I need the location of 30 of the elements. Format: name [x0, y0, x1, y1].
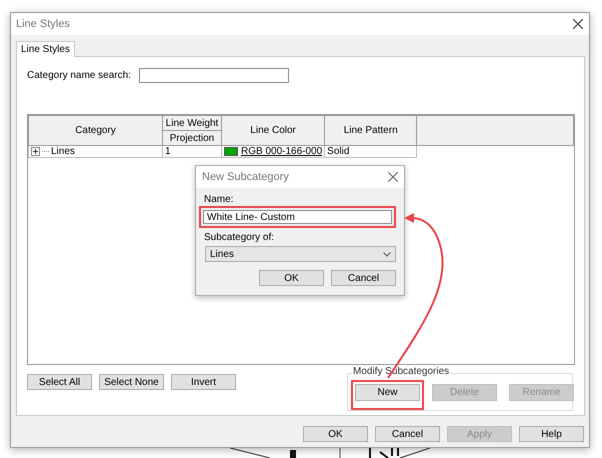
table-cell: Solid: [324, 146, 417, 158]
tab[interactable]: Line Styles: [16, 41, 75, 57]
search-label: Category name search:: [27, 70, 132, 81]
column-header: Projection: [162, 130, 222, 146]
close-icon[interactable]: [388, 172, 398, 182]
column-header: Line Pattern: [324, 116, 417, 146]
select-button[interactable]: Invert: [171, 374, 236, 390]
expand-icon[interactable]: [31, 147, 40, 156]
dialog-button[interactable]: Help: [519, 426, 584, 442]
select-button[interactable]: Select All: [27, 374, 92, 390]
window-title: Line Styles: [16, 18, 70, 30]
subcategory-button[interactable]: New: [355, 384, 420, 401]
category-name[interactable]: Lines: [51, 146, 75, 157]
close-icon[interactable]: [573, 19, 583, 29]
chevron-icon: [383, 252, 391, 256]
parent-dropdown[interactable]: Lines: [205, 246, 396, 262]
select-button[interactable]: Select None: [99, 374, 164, 390]
column-header: Line Weight: [162, 116, 222, 130]
search-field[interactable]: [139, 68, 289, 83]
dialog-title: New Subcategory: [202, 171, 289, 183]
dialog-button[interactable]: Cancel: [331, 270, 396, 286]
field-label: Name:: [203, 194, 234, 205]
field-label: Subcategory of:: [203, 232, 276, 243]
table-cell: 1: [162, 146, 222, 158]
column-header: Category: [28, 116, 162, 146]
name-field[interactable]: White Line- Custom: [203, 210, 392, 224]
column-header: Line Color: [222, 116, 325, 146]
dialog-button[interactable]: OK: [259, 270, 324, 286]
dialog-button[interactable]: OK: [303, 426, 368, 442]
dialog-button[interactable]: Cancel: [375, 426, 440, 442]
